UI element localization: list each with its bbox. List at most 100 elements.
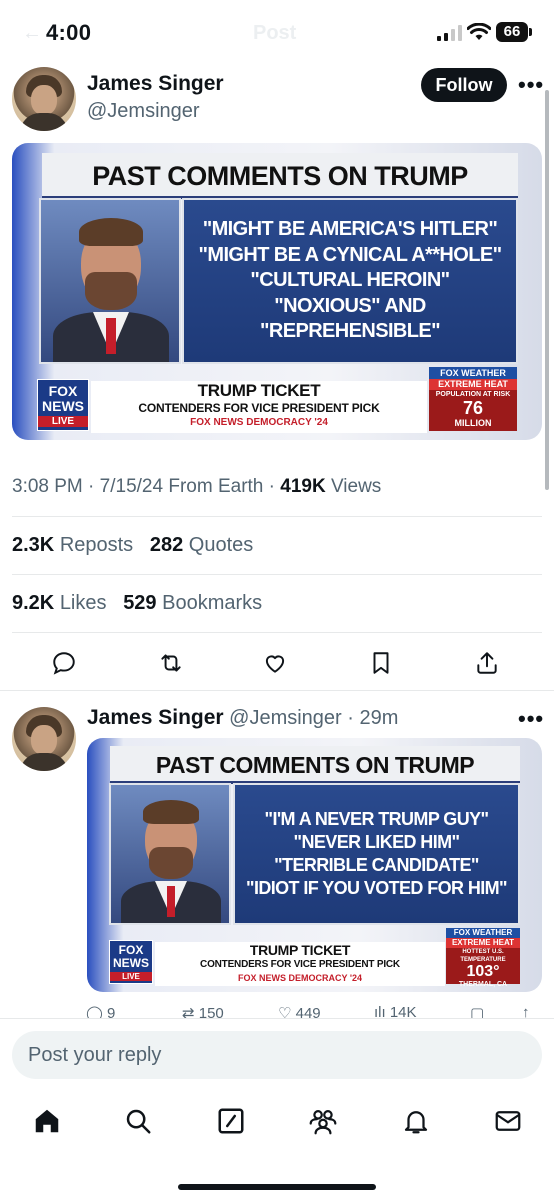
logo-text: FOX <box>48 383 78 399</box>
reply-icon[interactable] <box>51 650 77 676</box>
live-badge: LIVE <box>38 416 88 427</box>
vance-photo <box>39 198 181 364</box>
graphic-title: PAST COMMENTS ON TRUMP <box>110 746 520 784</box>
weather-brand: FOX WEATHER <box>429 367 517 379</box>
weather-box: FOX WEATHER EXTREME HEAT HOTTEST U.S. TE… <box>446 928 520 988</box>
weather-box: FOX WEATHER EXTREME HEAT POPULATION AT R… <box>429 367 517 431</box>
post-image[interactable]: PAST COMMENTS ON TRUMP "MIGHT BE AMERICA… <box>12 143 542 440</box>
graphic-title: PAST COMMENTS ON TRUMP <box>42 153 518 199</box>
fox-news-logo: FOX NEWS LIVE <box>109 940 153 984</box>
bookmarks-label: Bookmarks <box>162 592 263 614</box>
weather-value: 76 <box>462 398 484 418</box>
logo-text: NEWS <box>42 398 84 414</box>
vance-photo <box>109 783 231 925</box>
weather-brand: FOX WEATHER <box>446 928 520 938</box>
battery-tip <box>529 28 532 36</box>
back-arrow-ghost: ← <box>22 22 42 44</box>
home-icon[interactable] <box>32 1106 62 1136</box>
avatar[interactable] <box>12 67 76 131</box>
reply-reposts-count: 150 <box>198 1005 224 1018</box>
reply-header: James Singer @Jemsinger · 29m <box>87 706 399 729</box>
likes-count: 9.2K <box>12 592 55 614</box>
divider <box>12 574 542 575</box>
divider <box>0 1018 554 1019</box>
logo-text: FOX <box>118 943 144 957</box>
search-icon[interactable] <box>123 1106 153 1136</box>
logo-text: NEWS <box>113 956 149 970</box>
weather-label: EXTREME HEAT <box>429 379 517 390</box>
reply-views[interactable]: ılı 14K <box>374 1004 417 1018</box>
reply-share-icon[interactable]: ↑ <box>522 1004 530 1018</box>
post-source: From Earth <box>168 476 264 497</box>
follow-button[interactable]: Follow <box>421 68 507 102</box>
divider <box>0 690 554 691</box>
grok-icon[interactable] <box>216 1106 246 1136</box>
messages-icon[interactable] <box>493 1106 523 1136</box>
reply-likes[interactable]: ♡ 449 <box>278 1004 321 1018</box>
quotes-label: Quotes <box>188 534 254 556</box>
like-icon[interactable] <box>262 650 288 676</box>
reply-more-icon[interactable]: ••• <box>518 706 544 732</box>
more-options-icon[interactable]: ••• <box>518 72 544 98</box>
reply-bookmark-icon[interactable]: ▢ <box>470 1004 484 1018</box>
reply-avatar[interactable] <box>12 707 76 771</box>
bookmarks-link[interactable]: 529 Bookmarks <box>123 592 262 614</box>
bookmark-icon[interactable] <box>368 650 394 676</box>
divider <box>12 632 542 633</box>
likes-label: Likes <box>59 592 107 614</box>
bookmarks-count: 529 <box>123 592 157 614</box>
reposts-count: 2.3K <box>12 534 55 556</box>
likes-link[interactable]: 9.2K Likes <box>12 592 107 614</box>
post-meta: 3:08 PM · 7/15/24 From Earth · 419K View… <box>12 476 382 497</box>
quote-line: "I'M A NEVER TRUMP GUY" <box>264 808 490 829</box>
reposts-quotes-row: 2.3K Reposts 282 Quotes <box>12 534 253 557</box>
reply-author-handle[interactable]: @Jemsinger <box>229 707 342 729</box>
live-badge: LIVE <box>110 972 152 981</box>
post-time: 3:08 PM <box>12 476 83 497</box>
repost-icon[interactable] <box>158 650 184 676</box>
reposts-label: Reposts <box>59 534 134 556</box>
ticker-tag: FOX NEWS DEMOCRACY '24 <box>238 973 362 983</box>
ticker-title: TRUMP TICKET <box>249 942 351 958</box>
quote-line: "MIGHT BE A CYNICAL A**HOLE" <box>198 243 503 266</box>
reply-likes-count: 449 <box>295 1005 321 1018</box>
reply-actions: ◯ 9 ⇄ 150 ♡ 449 ılı 14K ▢ ↑ <box>86 1004 542 1018</box>
communities-icon[interactable] <box>307 1106 339 1136</box>
home-indicator[interactable] <box>178 1184 376 1190</box>
quote-line: "CULTURAL HEROIN" <box>250 269 450 292</box>
quote-line: "MIGHT BE AMERICA'S HITLER" <box>202 218 498 241</box>
quote-line: "TERRIBLE CANDIDATE" <box>274 855 479 875</box>
reply-replies-count: 9 <box>106 1005 116 1018</box>
quotes-panel: "MIGHT BE AMERICA'S HITLER" "MIGHT BE A … <box>182 198 518 364</box>
reply-reposts[interactable]: ⇄ 150 <box>182 1004 224 1018</box>
reply-input[interactable]: Post your reply <box>12 1031 542 1079</box>
notifications-icon[interactable] <box>401 1106 431 1136</box>
share-icon[interactable] <box>474 650 500 676</box>
reply-time: 29m <box>359 707 399 729</box>
reply-image[interactable]: PAST COMMENTS ON TRUMP "I'M A NEVER TRUM… <box>87 738 542 992</box>
reply-author-name[interactable]: James Singer <box>87 706 224 729</box>
author-handle[interactable]: @Jemsinger <box>87 100 200 123</box>
post-date: 7/15/24 <box>99 476 164 497</box>
quotes-panel: "I'M A NEVER TRUMP GUY" "NEVER LIKED HIM… <box>233 783 520 925</box>
weather-sub: HOTTEST U.S. TEMPERATURE <box>460 949 506 963</box>
quotes-count: 282 <box>149 534 184 556</box>
header-title-ghost: Post <box>253 22 297 44</box>
reply-replies[interactable]: ◯ 9 <box>86 1004 115 1018</box>
reply-views-count: 14K <box>389 1004 417 1018</box>
quote-line: "NOXIOUS" AND "REPREHENSIBLE" <box>260 294 441 343</box>
ticker-bar: TRUMP TICKET CONTENDERS FOR VICE PRESIDE… <box>91 381 427 433</box>
weather-value: 103° <box>466 963 500 980</box>
views-count: 419K <box>280 476 326 497</box>
likes-bookmarks-row: 9.2K Likes 529 Bookmarks <box>12 592 262 615</box>
ticker-tag: FOX NEWS DEMOCRACY '24 <box>190 417 328 428</box>
quotes-link[interactable]: 282 Quotes <box>150 534 253 556</box>
weather-label: EXTREME HEAT <box>446 938 520 948</box>
scrollbar[interactable] <box>545 90 549 490</box>
signal-icon <box>437 25 462 41</box>
reposts-link[interactable]: 2.3K Reposts <box>12 534 133 556</box>
author-name[interactable]: James Singer <box>87 72 224 96</box>
ticker-subtitle: CONTENDERS FOR VICE PRESIDENT PICK <box>200 959 400 970</box>
ticker-subtitle: CONTENDERS FOR VICE PRESIDENT PICK <box>138 401 380 415</box>
ticker-bar: TRUMP TICKET CONTENDERS FOR VICE PRESIDE… <box>155 942 445 986</box>
